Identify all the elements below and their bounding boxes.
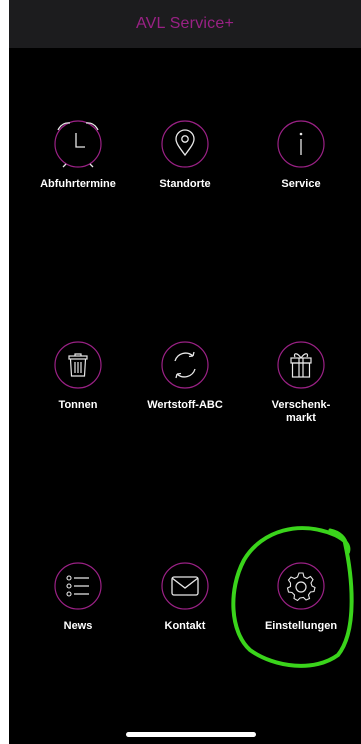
tile-news[interactable]: News [23,562,133,633]
tile-einstellungen[interactable]: Einstellungen [246,562,356,633]
list-icon [54,562,102,610]
gear-icon [277,562,325,610]
tile-label: Tonnen [58,399,98,411]
tile-label: News [63,620,93,632]
recycle-icon [161,341,209,389]
gift-icon [277,341,325,389]
envelope-icon [161,562,209,610]
home-indicator[interactable] [126,732,256,737]
tile-service[interactable]: Service [246,120,356,191]
tile-label: Verschenk- markt [271,399,331,424]
app-title: AVL Service+ [135,15,234,32]
tile-kontakt[interactable]: Kontakt [130,562,240,633]
tile-label: Einstellungen [264,620,338,632]
alarm-clock-icon [54,120,102,168]
tile-abfuhrtermine[interactable]: Abfuhrtermine [23,120,133,191]
tile-label: Abfuhrtermine [40,178,116,190]
tile-label: Service [281,178,321,190]
tile-tonnen[interactable]: Tonnen [23,341,133,412]
tile-standorte[interactable]: Standorte [130,120,240,191]
app-screen: AVL Service+ Abfuhrtermine Standorte Ser… [9,0,361,744]
tile-verschenkmarkt[interactable]: Verschenk- markt [246,341,356,425]
tile-wertstoff-abc[interactable]: Wertstoff-ABC [130,341,240,412]
tile-label: Wertstoff-ABC [147,399,223,411]
info-icon [277,120,325,168]
app-header: AVL Service+ [9,0,361,48]
tile-label: Kontakt [164,620,206,632]
location-pin-icon [161,120,209,168]
trash-bin-icon [54,341,102,389]
tile-label: Standorte [159,178,211,190]
